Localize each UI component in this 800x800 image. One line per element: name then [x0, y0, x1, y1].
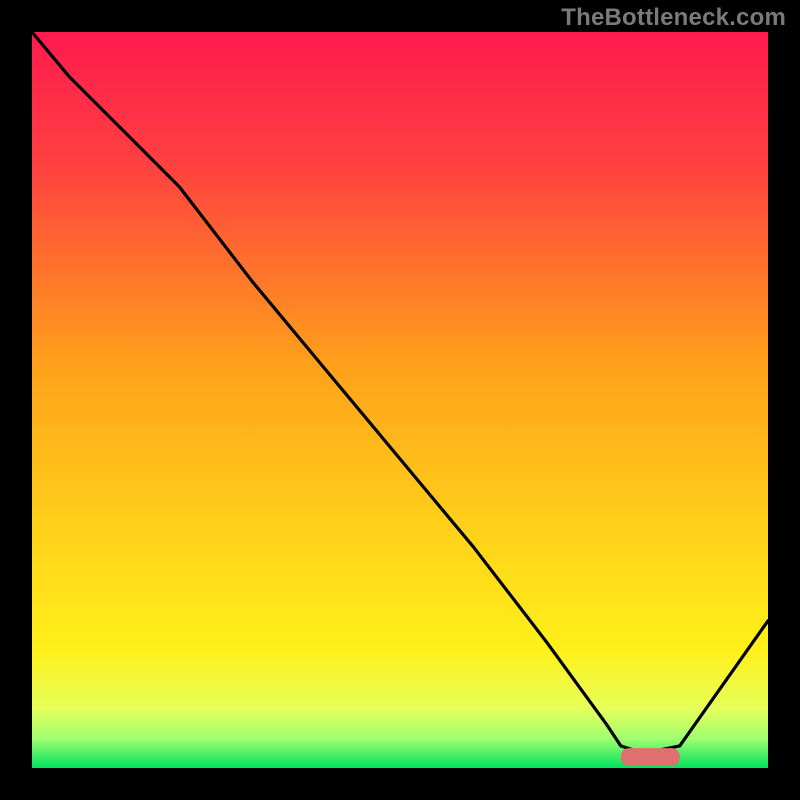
watermark-text: TheBottleneck.com: [561, 4, 786, 32]
gradient-background: [32, 32, 768, 768]
bottleneck-chart: [0, 0, 800, 800]
chart-container: TheBottleneck.com: [0, 0, 800, 800]
plot-area: [32, 32, 768, 768]
optimal-zone-marker: [621, 748, 680, 766]
